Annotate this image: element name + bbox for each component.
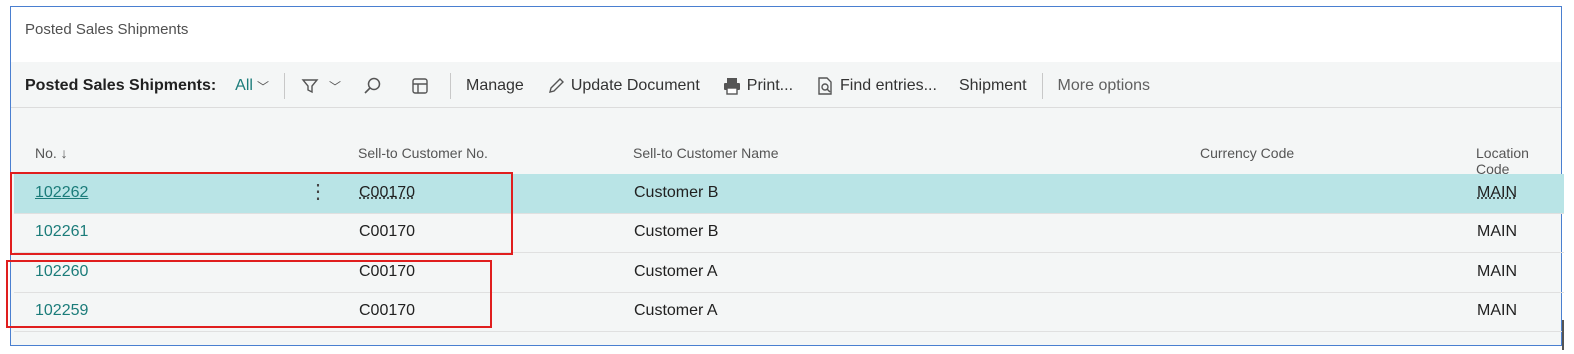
customer-no-cell[interactable]: C00170 — [359, 184, 415, 202]
find-entries-button[interactable]: Find entries... — [804, 65, 948, 107]
search-icon — [364, 77, 381, 94]
toolbar-divider — [283, 73, 285, 99]
shipment-no-link[interactable]: 102259 — [35, 302, 88, 320]
toolbar-divider — [449, 73, 451, 99]
column-header-customer-no[interactable]: Sell-to Customer No. — [358, 145, 488, 161]
location-code-cell[interactable]: MAIN — [1477, 184, 1517, 202]
customer-name-cell: Customer A — [634, 263, 718, 280]
more-options-button[interactable]: More options — [1047, 65, 1162, 107]
printer-icon — [723, 78, 740, 95]
layout-icon — [412, 78, 428, 94]
find-entries-label: Find entries... — [840, 77, 937, 94]
update-document-label: Update Document — [570, 77, 700, 94]
location-code-cell: MAIN — [1477, 223, 1517, 240]
manage-button[interactable]: Manage — [455, 65, 535, 107]
chevron-down-icon: ﹀ — [328, 79, 341, 94]
shipment-no-link[interactable]: 102260 — [35, 263, 88, 281]
title-bar: Posted Sales Shipments — [11, 7, 1561, 62]
shipment-no-link[interactable]: 102262 — [35, 184, 88, 202]
pencil-icon — [548, 78, 564, 93]
filter-pane-button[interactable]: ﹀ — [289, 65, 352, 107]
print-label: Print... — [746, 77, 794, 94]
table-row[interactable]: 102262 ⋮ C00170 Customer B MAIN — [14, 174, 1564, 214]
location-code-cell: MAIN — [1477, 302, 1517, 319]
row-actions-icon[interactable]: ⋮ — [308, 179, 328, 204]
column-header-location-code[interactable]: Location Code — [1476, 145, 1561, 177]
table-row[interactable]: 102260 C00170 Customer A MAIN — [14, 253, 1564, 293]
location-code-cell: MAIN — [1477, 263, 1517, 280]
customer-no-cell: C00170 — [359, 263, 416, 280]
column-header-no[interactable]: No. ↓ — [35, 145, 68, 161]
chevron-down-icon: ﹀ — [256, 79, 269, 94]
shipment-menu[interactable]: Shipment — [948, 65, 1038, 107]
layout-button[interactable] — [399, 65, 446, 107]
find-entries-icon — [818, 77, 832, 95]
page-title: Posted Sales Shipments — [25, 21, 189, 38]
view-label: Posted Sales Shipments: — [25, 77, 217, 94]
column-header-customer-name[interactable]: Sell-to Customer Name — [633, 145, 779, 161]
customer-name-cell: Customer B — [634, 184, 719, 201]
toolbar-divider — [1041, 73, 1043, 99]
update-document-button[interactable]: Update Document — [535, 65, 711, 107]
search-button[interactable] — [352, 65, 399, 107]
column-header-currency-code[interactable]: Currency Code — [1200, 145, 1294, 161]
print-button[interactable]: Print... — [711, 65, 804, 107]
customer-name-cell: Customer B — [634, 223, 719, 240]
table-row[interactable]: 102261 C00170 Customer B MAIN — [14, 213, 1564, 253]
action-bar: Posted Sales Shipments: All ﹀ ﹀ Manage U… — [11, 65, 1561, 108]
window-edge-divider — [1562, 320, 1564, 350]
shipment-no-link[interactable]: 102261 — [35, 223, 88, 241]
customer-no-cell: C00170 — [359, 302, 416, 319]
table-row[interactable]: 102259 C00170 Customer A MAIN — [14, 292, 1564, 332]
customer-name-cell: Customer A — [634, 302, 718, 319]
filter-value: All — [235, 77, 253, 94]
filter-icon — [301, 79, 319, 94]
view-filter-dropdown[interactable]: All ﹀ — [224, 65, 280, 107]
customer-no-cell: C00170 — [359, 223, 416, 240]
